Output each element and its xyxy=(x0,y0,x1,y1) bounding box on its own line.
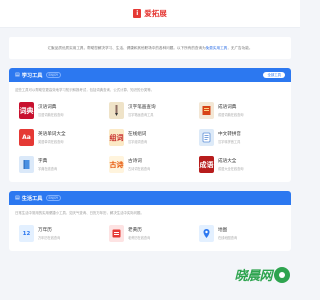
tool-card-idiom-dictionary[interactable]: 成语词典 成语词典在线查询 xyxy=(195,97,285,124)
tool-name: 在线组词 xyxy=(128,132,147,137)
tool-card-character-dictionary[interactable]: 字典 字典在线查询 xyxy=(15,151,105,178)
site-logo[interactable]: i 爱拓展 xyxy=(133,8,167,19)
section-description: 日常生活中常用的实用便捷小工具，如天气查询、日历万年历，解决生活中实际问题。 xyxy=(15,211,144,215)
tool-name: 成语大全 xyxy=(218,159,237,164)
poetry-icon: 古诗 xyxy=(109,156,124,173)
tool-grid: 词典 汉语词典 汉语词典在线查询 汉字笔画查询 汉字笔画查询工具 成语词典 成语… xyxy=(9,96,291,182)
tool-desc: 英语单词在线查询 xyxy=(38,140,64,144)
word-group-icon: 组词 xyxy=(109,129,124,146)
almanac-icon xyxy=(109,225,124,242)
calendar-icon: 12 xyxy=(19,225,34,242)
tool-name: 字典 xyxy=(38,159,48,164)
site-header: i 爱拓展 xyxy=(0,0,300,28)
tool-name: 老黄历 xyxy=(128,228,142,233)
all-tools-button[interactable]: 全部工具 xyxy=(263,72,285,78)
watermark-text: 晓晨网 xyxy=(234,269,272,284)
tool-card-english-words[interactable]: Aa 英语单词大全 英语单词在线查询 xyxy=(15,124,105,151)
study-tools-section: ▤ 学习工具 ENJOY 全部工具 这些工具可以帮助您更高效地学习知识和报考试，… xyxy=(9,68,291,182)
section-description: 这些工具可以帮助您更高效地学习知识和报考试，包括词典查询、公式计算、知识的分类等… xyxy=(15,88,155,92)
tool-card-idiom-collection[interactable]: 成语 成语大全 成语大全在线查询 xyxy=(195,151,285,178)
calendar-icon-label: 12 xyxy=(22,230,31,237)
tool-desc: 成语大全在线查询 xyxy=(218,167,244,171)
tool-name: 地图 xyxy=(218,228,228,233)
site-watermark: 晓晨网 xyxy=(234,265,290,284)
intro-highlight: 免费实用工具 xyxy=(205,45,228,50)
tool-name: 古诗词 xyxy=(128,159,142,164)
tool-card-poetry[interactable]: 古诗 古诗词 古诗词在线查询 xyxy=(105,151,195,178)
section-title: 生活工具 xyxy=(21,195,43,202)
section-header: ▤ 生活工具 ENJOY xyxy=(9,191,291,205)
site-name: 爱拓展 xyxy=(144,9,167,18)
life-tools-section: ▤ 生活工具 ENJOY 日常生活中常用的实用便捷小工具，如天气查询、日历万年历… xyxy=(9,191,291,251)
section-header: ▤ 学习工具 ENJOY 全部工具 xyxy=(9,68,291,82)
tool-desc: 成语词典在线查询 xyxy=(218,113,244,117)
tool-name: 成语词典 xyxy=(218,105,237,110)
english-icon-label: Aa xyxy=(22,134,31,141)
tool-desc: 古诗词在线查询 xyxy=(128,167,151,171)
dictionary-icon-label: 词典 xyxy=(19,106,34,115)
tool-card-chinese-dictionary[interactable]: 词典 汉语词典 汉语词典在线查询 xyxy=(15,97,105,124)
tool-card-stroke-lookup[interactable]: 汉字笔画查询 汉字笔画查询工具 xyxy=(105,97,195,124)
idiom-seal-icon: 成语 xyxy=(199,156,214,173)
tool-name: 汉语词典 xyxy=(38,105,57,110)
tool-card-almanac[interactable]: 老黄历 老黄历在线查询 xyxy=(105,220,195,247)
tool-card-map[interactable]: 地图 在线地图查询 xyxy=(195,220,285,247)
tool-card-calendar[interactable]: 12 万年历 万年历在线查询 xyxy=(15,220,105,247)
section-badge: ENJOY xyxy=(45,71,62,79)
section-title: 学习工具 xyxy=(21,72,43,79)
map-icon xyxy=(199,225,214,242)
idiom-book-icon xyxy=(199,102,214,119)
tool-card-pinyin[interactable]: 中文转拼音 汉字转拼音工具 xyxy=(195,124,285,151)
intro-suffix: ，无广告功能。 xyxy=(227,45,253,50)
pinyin-icon xyxy=(199,129,214,146)
tool-desc: 字典在线查询 xyxy=(38,167,58,171)
tool-name: 中文转拼音 xyxy=(218,132,241,137)
tool-name: 英语单词大全 xyxy=(38,132,66,137)
dictionary-icon: 词典 xyxy=(19,102,34,119)
idiom-seal-icon-label: 成语 xyxy=(199,160,214,169)
tool-grid: 12 万年历 万年历在线查询 老黄历 老黄历在线查询 地图 在线地图查询 xyxy=(9,219,291,251)
tool-desc: 汉字笔画查询工具 xyxy=(128,113,154,117)
poetry-icon-label: 古诗 xyxy=(109,160,124,169)
intro-banner: 汇聚品质优质实用工具，帮助您解决学习、生活、健康和其他职场中的各种问题。以下所有… xyxy=(9,37,291,59)
english-icon: Aa xyxy=(19,129,34,146)
tool-desc: 汉字转拼音工具 xyxy=(218,140,241,144)
book-icon xyxy=(19,156,34,173)
logo-mark-icon: i xyxy=(133,9,142,18)
section-list-icon: ▤ xyxy=(15,72,20,78)
brush-stroke-icon xyxy=(109,102,124,119)
word-group-icon-label: 组词 xyxy=(109,133,124,142)
section-list-icon: ▤ xyxy=(15,195,20,201)
intro-text: 汇聚品质优质实用工具，帮助您解决学习、生活、健康和其他职场中的各种问题。以下所有… xyxy=(47,45,206,50)
paw-logo-icon xyxy=(274,266,290,283)
section-badge: ENJOY xyxy=(45,194,62,202)
tool-card-word-group[interactable]: 组词 在线组词 汉字组词查询 xyxy=(105,124,195,151)
tool-name: 汉字笔画查询 xyxy=(128,105,156,110)
tool-desc: 老黄历在线查询 xyxy=(128,236,151,240)
tool-desc: 万年历在线查询 xyxy=(38,236,61,240)
tool-desc: 汉字组词查询 xyxy=(128,140,148,144)
tool-name: 万年历 xyxy=(38,228,52,233)
tool-desc: 在线地图查询 xyxy=(218,236,238,240)
tool-desc: 汉语词典在线查询 xyxy=(38,113,64,117)
